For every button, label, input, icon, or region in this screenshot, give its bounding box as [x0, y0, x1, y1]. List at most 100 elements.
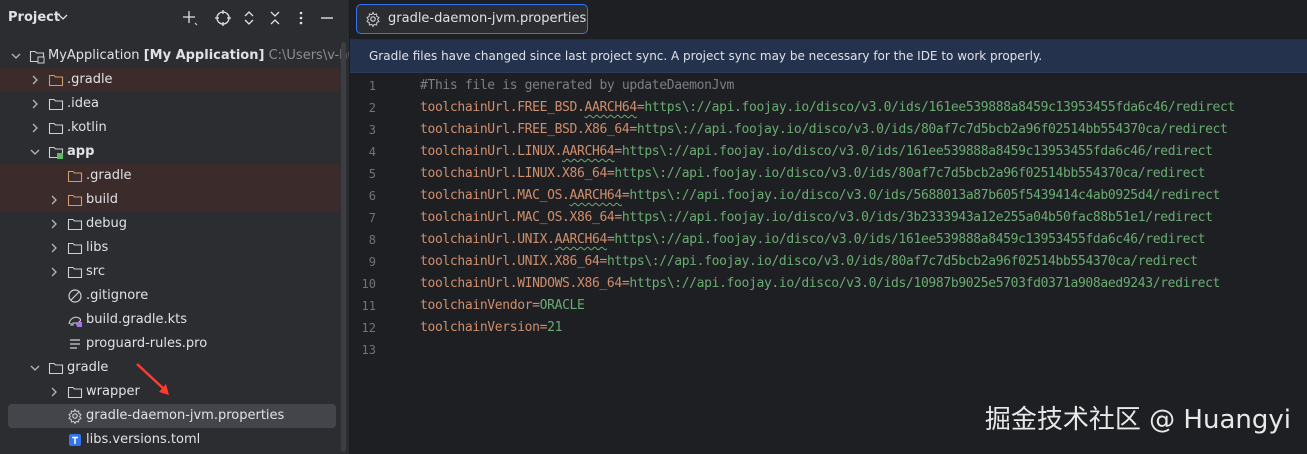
line-number: 4: [368, 145, 376, 159]
folder-icon: [48, 122, 64, 135]
code-line: 12 toolchainVersion=21: [350, 318, 1307, 340]
code-line: 8 toolchainUrl.UNIX.AARCH64=https\://api…: [350, 230, 1307, 252]
code-line: 5 toolchainUrl.LINUX.X86_64=https\://api…: [350, 164, 1307, 186]
folder-icon: [48, 98, 64, 111]
banner-text: Gradle files have changed since last pro…: [369, 49, 1043, 63]
module-folder-icon: [48, 146, 64, 159]
tree-item-gradle-daemon-jvm-properties[interactable]: gradle-daemon-jvm.properties: [0, 404, 340, 428]
gradle-sync-banner: Gradle files have changed since last pro…: [350, 40, 1307, 73]
chevron-right-icon[interactable]: [48, 194, 60, 206]
chevron-down-icon[interactable]: [29, 362, 41, 374]
annotation-arrow: [136, 363, 169, 395]
minimize-icon[interactable]: [318, 9, 336, 27]
code-content: toolchainUrl.UNIX.X86_64=https\://api.fo…: [420, 254, 1198, 269]
chevron-right-icon[interactable]: [48, 242, 60, 254]
toml-file-icon: [69, 434, 81, 446]
tree-item-debug[interactable]: debug: [0, 212, 340, 236]
tree-item-idea[interactable]: .idea: [0, 92, 340, 116]
chevron-right-icon[interactable]: [48, 218, 60, 230]
tree-scrollbar[interactable]: [341, 42, 346, 452]
tree-item-build-gradle-kts[interactable]: build.gradle.kts: [0, 308, 340, 332]
tree-item-label: .idea: [67, 96, 99, 111]
line-number: 8: [368, 233, 376, 247]
tab-gradle-daemon-jvm-properties[interactable]: gradle-daemon-jvm.properties: [356, 4, 588, 34]
tree-item-label: libs.versions.toml: [86, 432, 201, 447]
code-line: 10 toolchainUrl.WINDOWS.X86_64=https\://…: [350, 274, 1307, 296]
add-icon[interactable]: [181, 9, 199, 27]
tree-item-src[interactable]: src: [0, 260, 340, 284]
folder-icon: [67, 386, 83, 399]
code-line: 4 toolchainUrl.LINUX.AARCH64=https\://ap…: [350, 142, 1307, 164]
folder-excluded-icon: [67, 194, 83, 207]
folder-icon: [67, 242, 83, 255]
tree-item-build[interactable]: build: [0, 188, 340, 212]
tree-item-label: gradle: [67, 360, 109, 375]
tree-item-kotlin[interactable]: .kotlin: [0, 116, 340, 140]
tree-item-label: .gradle: [67, 72, 113, 87]
code-content: toolchainUrl.UNIX.AARCH64=https\://api.f…: [420, 232, 1206, 247]
chevron-down-icon[interactable]: [57, 11, 69, 23]
folder-icon: [48, 362, 64, 375]
line-number: 6: [368, 189, 376, 203]
tree-item-libs-versions-toml[interactable]: libs.versions.toml: [0, 428, 340, 452]
tree-item-label: src: [86, 264, 105, 279]
tree-item-myapplication[interactable]: MyApplication [My Application] C:\Users\…: [0, 44, 380, 68]
chevron-right-icon[interactable]: [48, 266, 60, 278]
line-number: 3: [368, 123, 376, 137]
chevron-right-icon[interactable]: [29, 122, 41, 134]
line-number: 10: [361, 277, 376, 291]
gradle-file-icon: [68, 316, 82, 327]
tree-item-label: .kotlin: [67, 120, 107, 135]
tree-item-label: .gitignore: [86, 288, 149, 303]
tree-item-gitignore[interactable]: .gitignore: [0, 284, 340, 308]
chevron-down-icon[interactable]: [29, 146, 41, 158]
tree-item-label: debug: [86, 216, 127, 231]
tree-item-label: app: [67, 144, 95, 159]
tree-item-label: wrapper: [86, 384, 140, 399]
code-content: toolchainUrl.LINUX.X86_64=https\://api.f…: [420, 166, 1206, 181]
line-number: 2: [368, 101, 376, 115]
tree-item-gradle-excluded[interactable]: .gradle: [0, 68, 340, 92]
code-line: 1 #This file is generated by updateDaemo…: [350, 76, 1307, 98]
tree-item-app[interactable]: app: [0, 140, 340, 164]
chevron-right-icon[interactable]: [29, 74, 41, 86]
chevron-right-icon[interactable]: [29, 98, 41, 110]
watermark: 掘金技术社区 @ Huangyi: [984, 405, 1291, 435]
code-content: toolchainVersion=21: [420, 320, 563, 335]
tree-item-label: build: [86, 192, 118, 207]
line-number: 7: [368, 211, 376, 225]
code-content: toolchainUrl.FREE_BSD.X86_64=https\://ap…: [420, 122, 1228, 137]
gitignore-icon: [68, 289, 82, 303]
line-number: 5: [368, 167, 376, 181]
code-content: toolchainUrl.FREE_BSD.AARCH64=https\://a…: [420, 100, 1235, 115]
project-panel-header: Project: [0, 0, 349, 36]
tab-label: gradle-daemon-jvm.properties: [388, 11, 587, 26]
code-line: 9 toolchainUrl.UNIX.X86_64=https\://api.…: [350, 252, 1307, 274]
code-line: 13: [350, 340, 1307, 362]
line-number: 11: [361, 299, 376, 313]
expand-collapse-icon[interactable]: [240, 9, 258, 27]
collapse-all-icon[interactable]: [266, 9, 284, 27]
project-panel-title[interactable]: Project: [8, 10, 60, 25]
folder-excluded-icon: [67, 170, 83, 183]
properties-gear-icon: [366, 11, 380, 27]
more-icon[interactable]: [292, 9, 310, 27]
folder-icon: [67, 218, 83, 231]
line-number: 13: [361, 343, 376, 357]
tree-item-proguard[interactable]: proguard-rules.pro: [0, 332, 340, 356]
line-number: 9: [368, 255, 376, 269]
editor-area: gradle-daemon-jvm.properties Gradle file…: [350, 0, 1307, 454]
chevron-right-icon[interactable]: [48, 386, 60, 398]
chevron-down-icon[interactable]: [10, 50, 22, 62]
target-icon[interactable]: [214, 9, 232, 27]
tree-item-app-gradle[interactable]: .gradle: [0, 164, 340, 188]
code-line: 2 toolchainUrl.FREE_BSD.AARCH64=https\:/…: [350, 98, 1307, 120]
code-comment: #This file is generated by updateDaemonJ…: [420, 78, 735, 93]
folder-excluded-icon: [48, 74, 64, 87]
properties-gear-icon: [68, 408, 82, 424]
tree-item-label: .gradle: [86, 168, 132, 183]
tree-item-libs[interactable]: libs: [0, 236, 340, 260]
code-line: 3 toolchainUrl.FREE_BSD.X86_64=https\://…: [350, 120, 1307, 142]
editor-tab-bar: gradle-daemon-jvm.properties: [350, 0, 1307, 40]
code-line: 6 toolchainUrl.MAC_OS.AARCH64=https\://a…: [350, 186, 1307, 208]
